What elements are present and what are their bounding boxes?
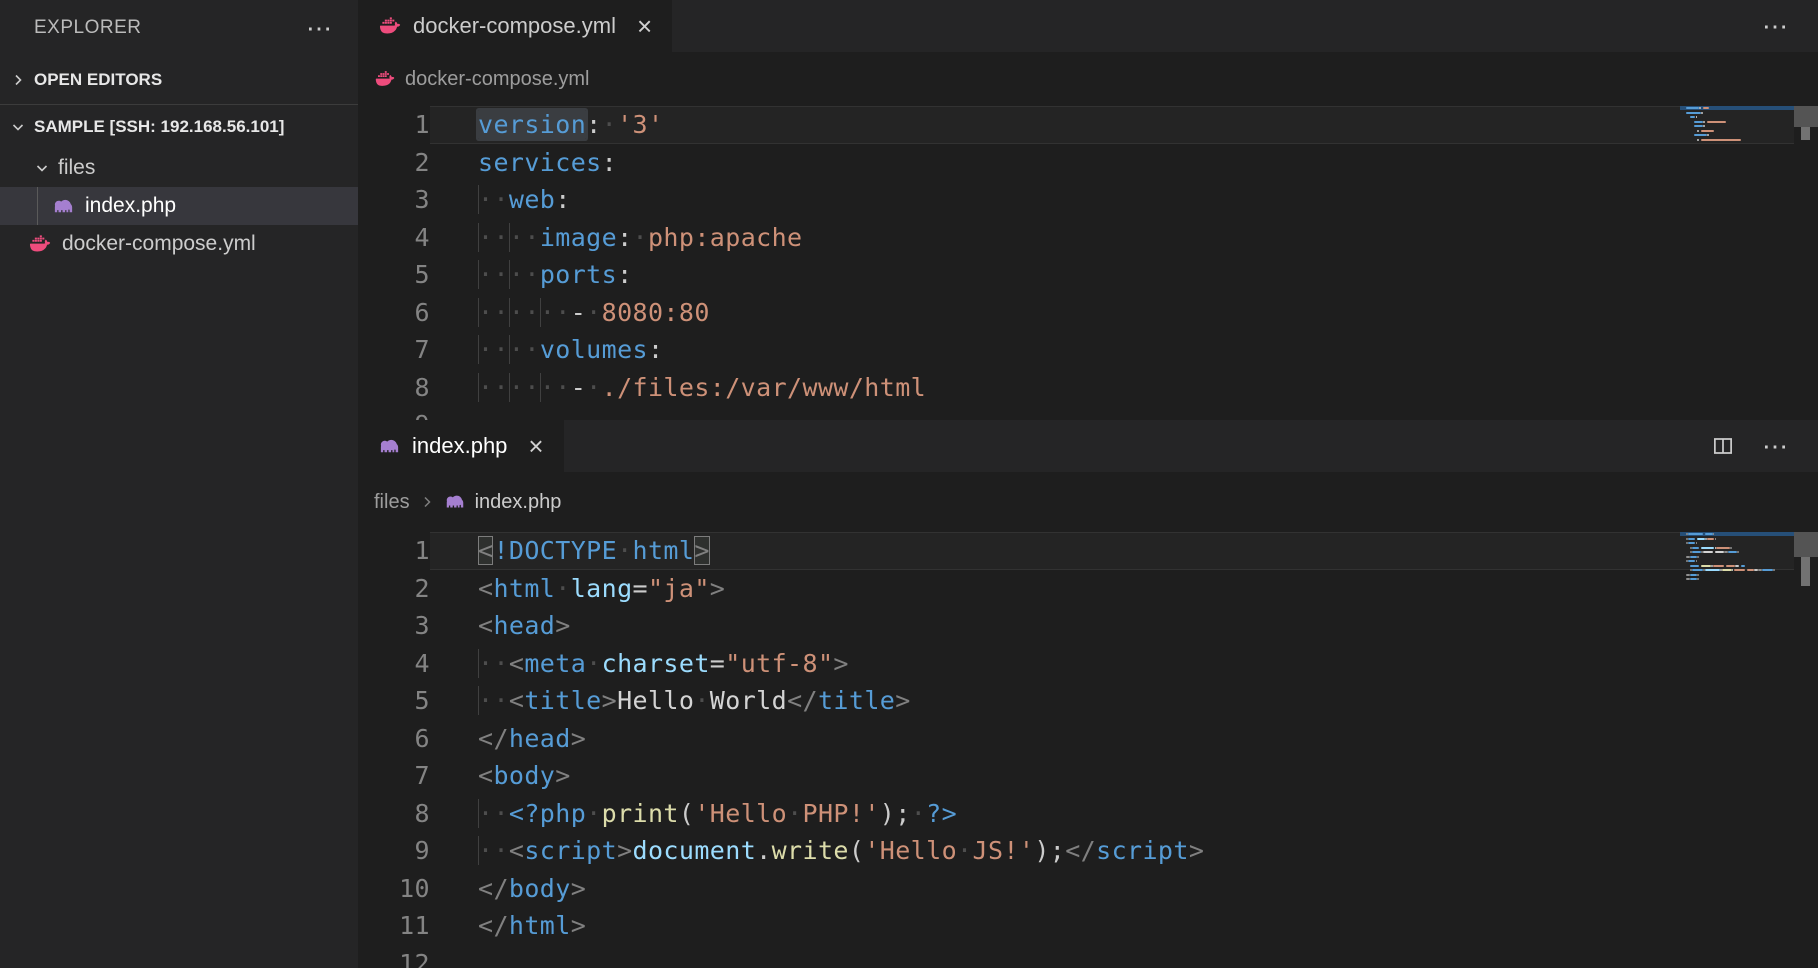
tab-docker-compose[interactable]: docker-compose.yml × [358, 0, 672, 52]
code-line[interactable]: 9··<script>document.write('Hello·JS!');<… [358, 832, 1818, 870]
tab-index-php[interactable]: index.php × [358, 420, 564, 472]
tree-item-index-php[interactable]: index.php [0, 187, 358, 225]
line-number[interactable]: 3 [358, 181, 430, 219]
code-line[interactable]: 6</head> [358, 720, 1818, 758]
line-number[interactable]: 12 [358, 945, 430, 968]
code-line[interactable]: 9 [358, 406, 1818, 420]
line-number[interactable]: 7 [358, 757, 430, 795]
tab-label: index.php [412, 433, 507, 459]
tab-label: docker-compose.yml [413, 13, 616, 39]
editor-group-bottom: index.php × ⋯ files index.php 1<!DOCTYPE… [358, 420, 1818, 968]
workspace-label: SAMPLE [SSH: 192.168.56.101] [34, 117, 284, 137]
minimap[interactable] [1680, 532, 1794, 968]
breadcrumb: files index.php [358, 472, 1818, 532]
vscode-window: EXPLORER ⋯ OPEN EDITORS SAMPLE [SSH: 192… [0, 0, 1818, 968]
open-editors-label: OPEN EDITORS [34, 70, 162, 90]
line-number[interactable]: 4 [358, 219, 430, 257]
explorer-title: EXPLORER [34, 17, 141, 39]
line-number[interactable]: 2 [358, 570, 430, 608]
overview-ruler-decoration [1801, 127, 1810, 140]
explorer-more-icon[interactable]: ⋯ [306, 15, 334, 41]
line-number[interactable]: 7 [358, 331, 430, 369]
more-actions-icon[interactable]: ⋯ [1762, 13, 1790, 39]
line-number[interactable]: 9 [358, 406, 430, 420]
chevron-down-icon [10, 119, 26, 135]
line-number[interactable]: 6 [358, 720, 430, 758]
code-line[interactable]: 3··web: [358, 181, 1818, 219]
code-line[interactable]: 11</html> [358, 907, 1818, 945]
chevron-right-icon [10, 72, 26, 88]
editor-area: docker-compose.yml × ⋯ docker-compose.ym… [358, 0, 1818, 968]
line-number[interactable]: 3 [358, 607, 430, 645]
code-line[interactable]: 2<html·lang="ja"> [358, 570, 1818, 608]
docker-file-icon [378, 14, 402, 38]
breadcrumb-item[interactable]: docker-compose.yml [405, 68, 590, 91]
tree-indent-guide [37, 187, 38, 225]
tree-item-files[interactable]: files [0, 149, 358, 187]
code-line[interactable]: 8··<?php·print('Hello·PHP!');·?> [358, 795, 1818, 833]
code-line[interactable]: 4··<meta·charset="utf-8"> [358, 645, 1818, 683]
split-editor-icon[interactable] [1710, 433, 1736, 459]
editor-group-top: docker-compose.yml × ⋯ docker-compose.ym… [358, 0, 1818, 420]
docker-file-icon [374, 68, 396, 90]
breadcrumb-item[interactable]: files [374, 491, 410, 514]
tree-item-docker-compose[interactable]: docker-compose.yml [0, 225, 358, 263]
explorer-sidebar: EXPLORER ⋯ OPEN EDITORS SAMPLE [SSH: 192… [0, 0, 358, 968]
docker-file-icon [28, 232, 52, 256]
line-number[interactable]: 1 [358, 106, 430, 144]
line-number[interactable]: 11 [358, 907, 430, 945]
code-line[interactable]: 5··<title>Hello·World</title> [358, 682, 1818, 720]
code-line[interactable]: 2services: [358, 144, 1818, 182]
minimap[interactable] [1680, 106, 1794, 420]
line-number[interactable]: 10 [358, 870, 430, 908]
open-editors-section[interactable]: OPEN EDITORS [0, 56, 358, 105]
code-editor-index-php: 1<!DOCTYPE·html>2<html·lang="ja">3<head>… [358, 532, 1818, 968]
scrollbar-thumb[interactable] [1794, 106, 1818, 127]
scrollbar[interactable] [1794, 106, 1818, 420]
folder-label: files [58, 156, 95, 180]
breadcrumb-item[interactable]: index.php [475, 491, 562, 514]
php-file-icon [444, 491, 466, 513]
chevron-right-icon [419, 494, 435, 510]
close-icon[interactable]: × [528, 433, 543, 459]
scrollbar[interactable] [1794, 532, 1818, 968]
line-number[interactable]: 4 [358, 645, 430, 683]
code-line[interactable]: 5····ports: [358, 256, 1818, 294]
breadcrumb: docker-compose.yml [358, 52, 1818, 106]
line-number[interactable]: 8 [358, 795, 430, 833]
workspace-section[interactable]: SAMPLE [SSH: 192.168.56.101] [0, 105, 358, 149]
file-tree: files index.php docker-compose.yml [0, 149, 358, 263]
chevron-down-icon [34, 160, 50, 176]
file-label: docker-compose.yml [62, 232, 256, 256]
code-line[interactable]: 12 [358, 945, 1818, 968]
php-file-icon [378, 435, 401, 458]
code-line[interactable]: 8······-·./files:/var/www/html [358, 369, 1818, 407]
line-number[interactable]: 9 [358, 832, 430, 870]
code-line[interactable]: 7<body> [358, 757, 1818, 795]
line-number[interactable]: 5 [358, 256, 430, 294]
line-number[interactable]: 8 [358, 369, 430, 407]
code-editor-docker-compose: 1version:·'3'2services:3··web:4····image… [358, 106, 1818, 420]
code-line[interactable]: 4····image:·php:apache [358, 219, 1818, 257]
line-number[interactable]: 2 [358, 144, 430, 182]
file-label: index.php [85, 194, 176, 218]
line-number[interactable]: 6 [358, 294, 430, 332]
code-line[interactable]: 3<head> [358, 607, 1818, 645]
code-line[interactable]: 1version:·'3' [358, 106, 1818, 144]
code-line[interactable]: 10</body> [358, 870, 1818, 908]
code-line[interactable]: 1<!DOCTYPE·html> [358, 532, 1818, 570]
code-line[interactable]: 7····volumes: [358, 331, 1818, 369]
code-line[interactable]: 6······-·8080:80 [358, 294, 1818, 332]
tabbar-top: docker-compose.yml × ⋯ [358, 0, 1818, 52]
tabbar-bottom: index.php × ⋯ [358, 420, 1818, 472]
scrollbar-thumb[interactable] [1794, 532, 1818, 557]
php-file-icon [52, 195, 75, 218]
explorer-header: EXPLORER ⋯ [0, 0, 358, 56]
more-actions-icon[interactable]: ⋯ [1762, 433, 1790, 459]
line-number[interactable]: 5 [358, 682, 430, 720]
close-icon[interactable]: × [637, 13, 652, 39]
overview-ruler-decoration [1801, 557, 1810, 586]
line-number[interactable]: 1 [358, 532, 430, 570]
